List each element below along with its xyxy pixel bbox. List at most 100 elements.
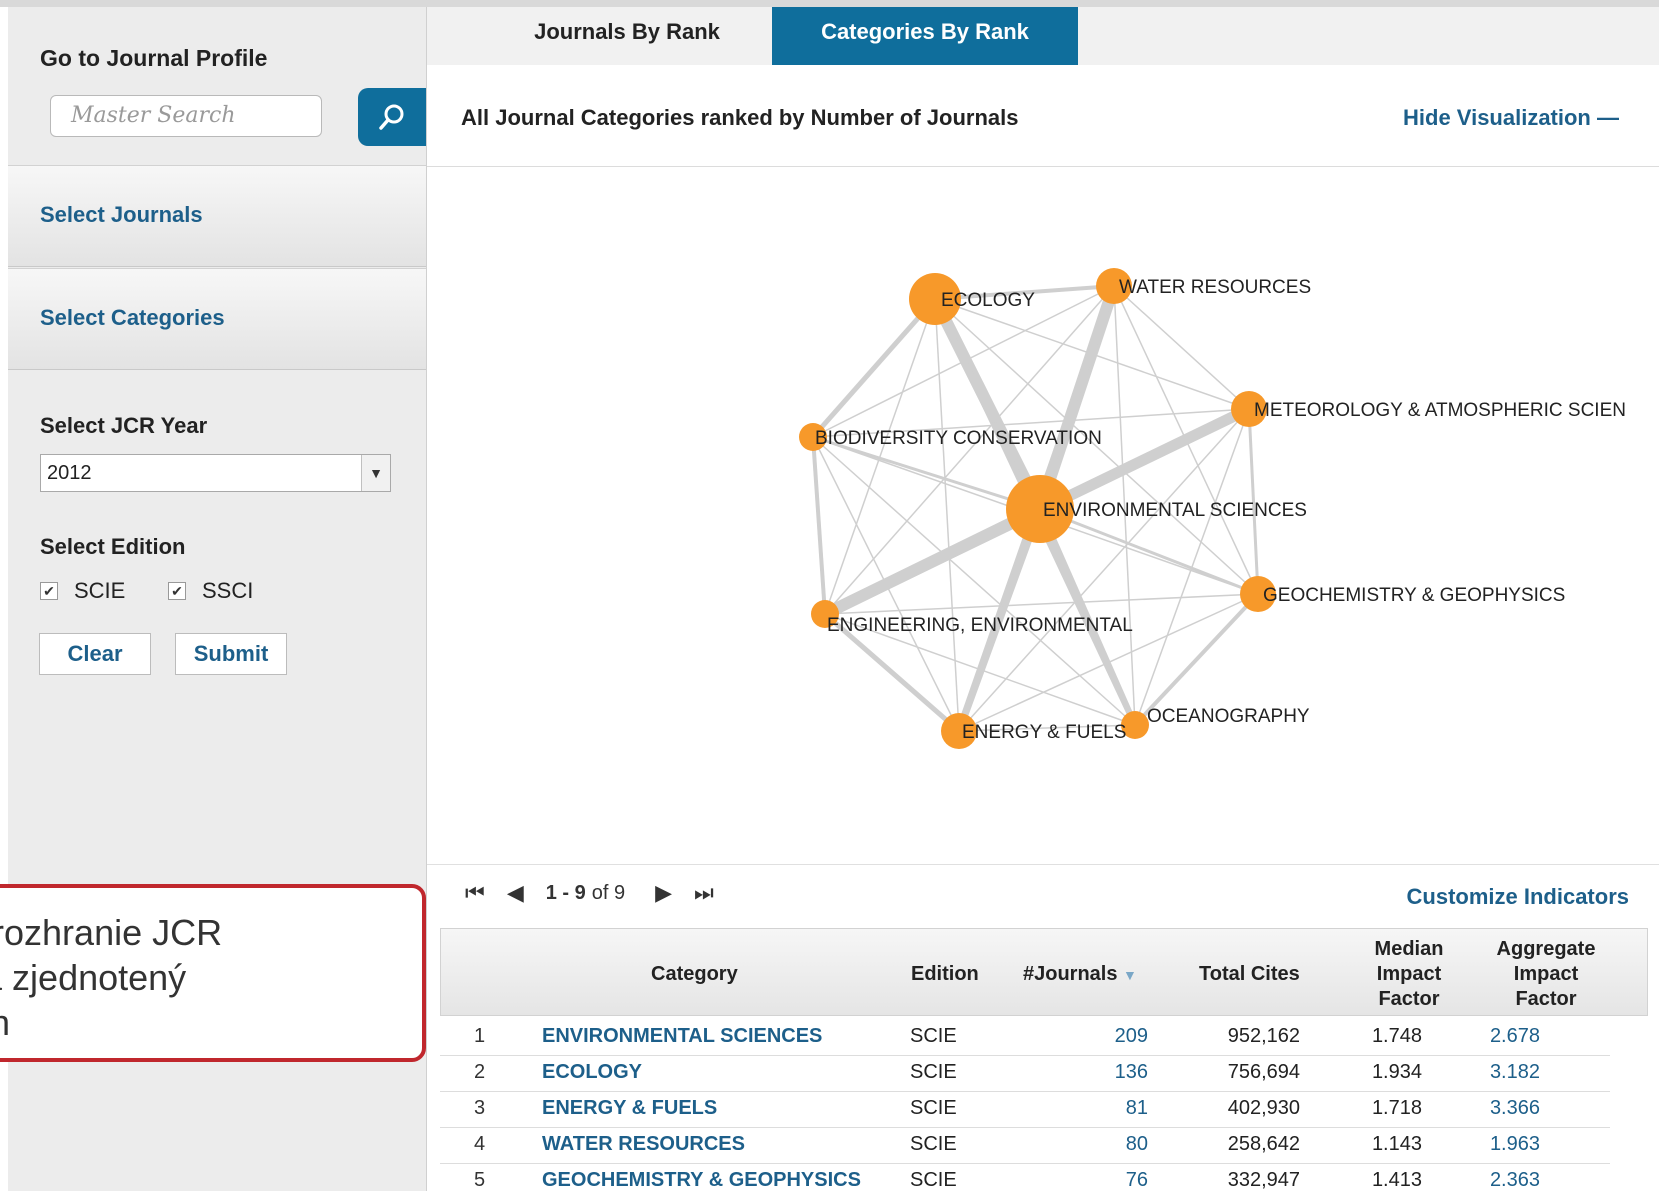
tab-journals-by-rank[interactable]: Journals By Rank: [467, 7, 787, 65]
median-if-line3: Factor: [1378, 988, 1440, 1010]
select-categories-section[interactable]: Select Categories: [8, 268, 426, 370]
edition-scie-checkbox[interactable]: ✔ SCIE: [40, 578, 125, 604]
table-row: 2 ECOLOGY SCIE 136 756,694 1.934 3.182: [440, 1055, 1610, 1092]
network-edge: [824, 285, 1115, 615]
last-page-icon[interactable]: ⏭: [694, 880, 714, 906]
median-if-line2: Impact: [1376, 963, 1442, 985]
submit-button[interactable]: Submit: [175, 633, 287, 675]
network-edge: [811, 297, 937, 439]
checkbox-checked-icon[interactable]: ✔: [168, 582, 186, 600]
row-journals-link[interactable]: 80: [1126, 1133, 1148, 1156]
row-rank: 5: [474, 1169, 486, 1191]
row-edition: SCIE: [910, 1097, 957, 1119]
select-journals-link[interactable]: Select Journals: [40, 202, 203, 228]
row-category-link[interactable]: ENVIRONMENTAL SCIENCES: [542, 1025, 822, 1048]
aggregate-if-line3: Factor: [1515, 988, 1577, 1010]
network-node-label: OCEANOGRAPHY: [1147, 706, 1310, 727]
results-header: All Journal Categories ranked by Number …: [427, 65, 1659, 167]
jcr-year-select[interactable]: 2012 ▼: [40, 454, 391, 492]
tab-categories-by-rank[interactable]: Categories By Rank: [772, 7, 1078, 65]
row-edition: SCIE: [910, 1025, 957, 1047]
row-median-if: 1.718: [1371, 1097, 1422, 1119]
row-aggregate-if-link[interactable]: 2.363: [1490, 1169, 1540, 1192]
column-median-impact-factor[interactable]: Median Impact Factor: [1359, 937, 1459, 1012]
row-total-cites: 756,694: [1227, 1061, 1300, 1083]
network-edge: [934, 298, 960, 732]
category-network-visualization: ECOLOGY WATER RESOURCES METEOROLOGY & ATMO…: [427, 167, 1659, 865]
select-jcr-year-label: Select JCR Year: [40, 413, 208, 438]
row-total-cites: 402,930: [1227, 1097, 1300, 1119]
clear-button[interactable]: Clear: [39, 633, 151, 675]
row-category-link[interactable]: ECOLOGY: [542, 1061, 642, 1084]
row-total-cites: 952,162: [1227, 1025, 1300, 1047]
row-aggregate-if-link[interactable]: 3.366: [1490, 1097, 1540, 1120]
sort-descending-icon: ▼: [1123, 967, 1137, 983]
column-aggregate-impact-factor[interactable]: Aggregate Impact Factor: [1491, 937, 1601, 1012]
row-journals-link[interactable]: 76: [1126, 1169, 1148, 1192]
page-total: of 9: [591, 881, 626, 904]
edition-scie-label: SCIE: [74, 578, 126, 603]
network-edge: [811, 436, 827, 615]
column-journals[interactable]: #Journals ▼: [1023, 962, 1137, 988]
hide-visualization-link[interactable]: Hide Visualization —: [1403, 105, 1619, 131]
select-journals-section[interactable]: Select Journals: [8, 165, 426, 267]
table-row: 5 GEOCHEMISTRY & GEOPHYSICS SCIE 76 332,…: [440, 1163, 1610, 1199]
row-median-if: 1.748: [1371, 1025, 1422, 1047]
network-node-label: WATER RESOURCES: [1119, 277, 1311, 298]
go-to-journal-profile-label: Go to Journal Profile: [40, 45, 268, 71]
first-page-icon[interactable]: ⏮: [465, 880, 485, 906]
tab-bar: Journals By Rank Categories By Rank: [427, 7, 1659, 66]
network-node-label: METEOROLOGY & ATMOSPHERIC SCIEN: [1254, 400, 1626, 421]
pagination: ⏮ ◀ 1 - 9 of 9 ▶ ⏭: [465, 880, 736, 906]
median-if-line1: Median: [1374, 938, 1444, 960]
table-row: 4 WATER RESOURCES SCIE 80 258,642 1.143 …: [440, 1127, 1610, 1164]
row-journals-link[interactable]: 136: [1115, 1061, 1148, 1084]
row-journals-link[interactable]: 81: [1126, 1097, 1148, 1120]
network-node-label: GEOCHEMISTRY & GEOPHYSICS: [1263, 585, 1565, 606]
network-edge: [1113, 285, 1250, 410]
network-node-label: ECOLOGY: [941, 290, 1035, 311]
chevron-down-icon[interactable]: ▼: [361, 455, 390, 491]
jcr-year-value: 2012: [47, 462, 92, 484]
column-edition[interactable]: Edition: [911, 962, 979, 987]
row-aggregate-if-link[interactable]: 1.963: [1490, 1133, 1540, 1156]
network-node-label: ENVIRONMENTAL SCIENCES: [1043, 500, 1307, 521]
row-edition: SCIE: [910, 1169, 957, 1191]
column-category[interactable]: Category: [651, 962, 738, 987]
row-rank: 2: [474, 1061, 486, 1083]
checkbox-checked-icon[interactable]: ✔: [40, 582, 58, 600]
search-icon: [379, 104, 404, 130]
row-aggregate-if-link[interactable]: 3.182: [1490, 1061, 1540, 1084]
column-journals-label: #Journals: [1023, 963, 1118, 985]
row-median-if: 1.934: [1371, 1061, 1422, 1083]
row-rank: 4: [474, 1133, 486, 1155]
next-page-icon[interactable]: ▶: [655, 880, 672, 906]
row-category-link[interactable]: WATER RESOURCES: [542, 1133, 745, 1156]
row-edition: SCIE: [910, 1133, 957, 1155]
row-total-cites: 258,642: [1227, 1133, 1300, 1155]
row-total-cites: 332,947: [1227, 1169, 1300, 1191]
customize-indicators-link[interactable]: Customize Indicators: [1407, 884, 1629, 910]
row-edition: SCIE: [910, 1061, 957, 1083]
aggregate-if-line1: Aggregate: [1496, 938, 1596, 960]
search-button[interactable]: [358, 88, 426, 146]
page-title: All Journal Categories ranked by Number …: [461, 105, 1019, 130]
select-categories-link[interactable]: Select Categories: [40, 305, 225, 331]
row-journals-link[interactable]: 209: [1115, 1025, 1148, 1048]
row-rank: 1: [474, 1025, 486, 1047]
previous-page-icon[interactable]: ◀: [507, 880, 524, 906]
row-median-if: 1.143: [1371, 1133, 1422, 1155]
network-node-label: BIODIVERSITY CONSERVATION: [815, 428, 1102, 449]
page-range: 1 - 9: [545, 881, 586, 904]
row-category-link[interactable]: GEOCHEMISTRY & GEOPHYSICS: [542, 1169, 861, 1192]
annotation-callout-text: vé rozhranie JCR áža zjednotený sign: [0, 912, 223, 1043]
column-total-cites[interactable]: Total Cites: [1199, 962, 1300, 987]
master-search-input[interactable]: Master Search: [50, 95, 322, 137]
network-edge: [958, 408, 1250, 732]
table-row: 1 ENVIRONMENTAL SCIENCES SCIE 209 952,16…: [440, 1019, 1610, 1056]
row-aggregate-if-link[interactable]: 2.678: [1490, 1025, 1540, 1048]
table-row: 3 ENERGY & FUELS SCIE 81 402,930 1.718 3…: [440, 1091, 1610, 1128]
edition-ssci-checkbox[interactable]: ✔ SSCI: [168, 578, 253, 604]
select-edition-label: Select Edition: [40, 534, 186, 559]
row-category-link[interactable]: ENERGY & FUELS: [542, 1097, 717, 1120]
